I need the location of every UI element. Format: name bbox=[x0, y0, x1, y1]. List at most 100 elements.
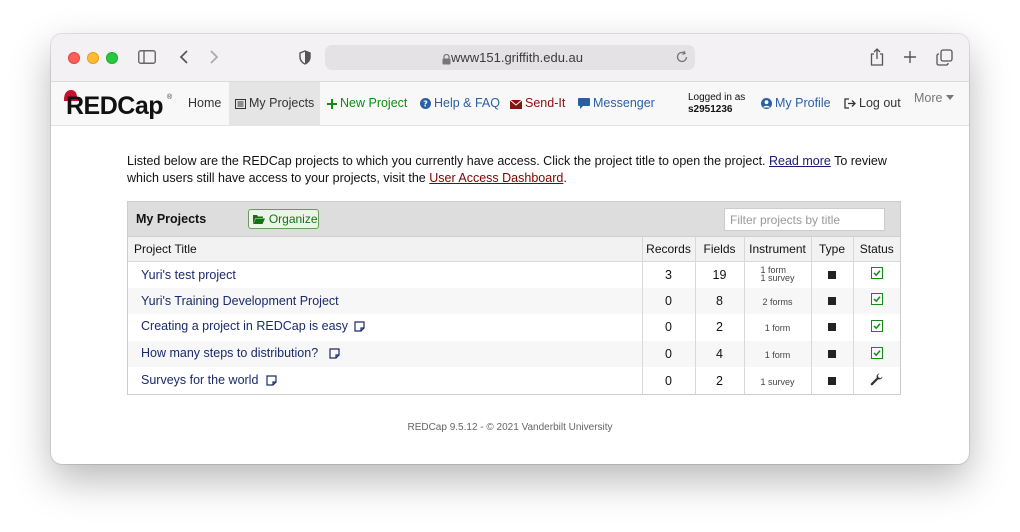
project-title-link[interactable]: Yuri's Training Development Project bbox=[141, 294, 339, 308]
fields-cell: 8 bbox=[695, 287, 745, 315]
col-header-status[interactable]: Status bbox=[853, 237, 900, 262]
records-cell: 0 bbox=[642, 287, 696, 315]
caret-down-icon bbox=[945, 91, 954, 105]
envelope-icon bbox=[509, 84, 523, 127]
reload-icon[interactable] bbox=[675, 50, 689, 69]
status-cell bbox=[853, 340, 900, 368]
project-title-cell: Surveys for the world bbox=[128, 367, 643, 394]
nav-log-out[interactable]: Log out bbox=[844, 82, 901, 125]
production-check-icon bbox=[870, 346, 883, 362]
close-window-button[interactable] bbox=[68, 52, 80, 64]
nav-send-it-label: Send-It bbox=[525, 96, 566, 110]
instrument-cell: 1 form bbox=[744, 314, 812, 341]
minimize-window-button[interactable] bbox=[87, 52, 99, 64]
instrument-count: 1 survey bbox=[760, 272, 795, 283]
project-note-icon[interactable] bbox=[266, 375, 278, 389]
instrument-count: 1 survey bbox=[760, 376, 795, 387]
project-title-link[interactable]: How many steps to distribution? bbox=[141, 346, 318, 360]
instrument-cell: 1 form bbox=[744, 340, 812, 368]
registered-mark: ® bbox=[167, 94, 173, 101]
status-cell bbox=[853, 314, 900, 341]
plus-icon bbox=[327, 84, 337, 127]
fields-cell: 2 bbox=[695, 367, 745, 394]
records-cell: 0 bbox=[642, 367, 696, 394]
col-header-records[interactable]: Records bbox=[642, 237, 696, 262]
type-cell bbox=[811, 261, 854, 288]
col-header-title[interactable]: Project Title bbox=[128, 237, 643, 262]
privacy-shield-icon[interactable] bbox=[294, 46, 316, 68]
read-more-link[interactable]: Read more bbox=[769, 154, 831, 168]
fields-cell: 4 bbox=[695, 340, 745, 368]
chat-bubble-icon bbox=[578, 84, 590, 127]
nav-help-faq[interactable]: ? Help & FAQ bbox=[420, 82, 500, 125]
production-check-icon bbox=[870, 267, 883, 282]
instrument-count: 1 form bbox=[764, 323, 791, 334]
table-row: Yuri's test project 3 19 1 form 1 survey bbox=[128, 261, 900, 288]
nav-more-dropdown[interactable]: More bbox=[914, 91, 954, 105]
browser-window: www151.griffith.edu.au REDCap ® Home My … bbox=[51, 34, 969, 464]
projects-table: Project Title Records Fields Instrument … bbox=[128, 237, 900, 394]
forward-icon[interactable] bbox=[203, 46, 225, 68]
question-circle-icon: ? bbox=[420, 84, 431, 127]
redcap-logo[interactable]: REDCap ® bbox=[63, 90, 173, 120]
nav-my-projects-label: My Projects bbox=[249, 96, 315, 110]
development-wrench-icon bbox=[870, 373, 883, 389]
instrument-count: 2 forms bbox=[762, 296, 793, 307]
back-icon[interactable] bbox=[173, 46, 195, 68]
instrument-count: 1 form bbox=[764, 350, 791, 361]
share-icon[interactable] bbox=[866, 46, 888, 68]
production-check-icon bbox=[870, 293, 883, 308]
nav-messenger[interactable]: Messenger bbox=[578, 82, 655, 125]
nav-my-profile[interactable]: My Profile bbox=[761, 82, 831, 125]
table-row: How many steps to distribution? 0 4 1 fo… bbox=[128, 340, 900, 368]
nav-home-label: Home bbox=[188, 96, 222, 110]
project-note-icon[interactable] bbox=[329, 348, 340, 362]
new-tab-icon[interactable] bbox=[899, 46, 921, 68]
classic-project-icon bbox=[828, 296, 836, 305]
type-cell bbox=[811, 287, 854, 315]
main-navigation: REDCap ® Home My Projects New Project ? … bbox=[51, 82, 969, 126]
list-icon bbox=[235, 84, 246, 127]
project-title-link[interactable]: Yuri's test project bbox=[141, 268, 236, 282]
my-projects-panel: My Projects Organize Project Title Recor… bbox=[127, 201, 901, 395]
filter-projects-input[interactable] bbox=[724, 208, 885, 231]
type-cell bbox=[811, 367, 854, 394]
fields-cell: 19 bbox=[695, 261, 745, 288]
status-cell bbox=[853, 367, 900, 394]
zoom-window-button[interactable] bbox=[106, 52, 118, 64]
project-title-link[interactable]: Creating a project in REDCap is easy bbox=[141, 319, 348, 333]
nav-help-faq-label: Help & FAQ bbox=[434, 96, 500, 110]
col-header-fields[interactable]: Fields bbox=[695, 237, 745, 262]
status-cell bbox=[853, 287, 900, 315]
address-bar[interactable]: www151.griffith.edu.au bbox=[325, 45, 695, 70]
browser-toolbar: www151.griffith.edu.au bbox=[51, 34, 969, 82]
intro-text: Listed below are the REDCap projects to … bbox=[127, 153, 917, 187]
classic-project-icon bbox=[828, 270, 836, 279]
organize-button[interactable]: Organize bbox=[248, 209, 319, 229]
col-header-type[interactable]: Type bbox=[811, 237, 854, 262]
footer-text: REDCap 9.5.12 - © 2021 Vanderbilt Univer… bbox=[407, 422, 613, 433]
table-row: Surveys for the world 0 2 1 survey bbox=[128, 367, 900, 394]
table-row: Yuri's Training Development Project 0 8 … bbox=[128, 287, 900, 315]
nav-send-it[interactable]: Send-It bbox=[509, 82, 566, 127]
nav-new-project[interactable]: New Project bbox=[327, 82, 407, 125]
nav-home[interactable]: Home bbox=[188, 82, 221, 125]
records-cell: 0 bbox=[642, 314, 696, 341]
user-access-dashboard-link[interactable]: User Access Dashboard bbox=[429, 171, 563, 185]
nav-my-projects[interactable]: My Projects bbox=[229, 82, 321, 127]
tab-overview-icon[interactable] bbox=[933, 46, 955, 68]
status-cell bbox=[853, 261, 900, 288]
sidebar-icon[interactable] bbox=[136, 46, 158, 68]
nav-messenger-label: Messenger bbox=[593, 96, 655, 110]
col-header-instrument[interactable]: Instrument bbox=[744, 237, 812, 262]
project-note-icon[interactable] bbox=[354, 321, 365, 335]
intro-text-part-3: . bbox=[563, 171, 567, 185]
instrument-cell: 2 forms bbox=[744, 287, 812, 315]
instrument-cell: 1 survey bbox=[744, 367, 812, 394]
table-header-row: Project Title Records Fields Instrument … bbox=[128, 237, 900, 262]
sign-out-icon bbox=[844, 84, 856, 127]
panel-header: My Projects Organize bbox=[128, 202, 900, 237]
nav-more-label: More bbox=[914, 91, 943, 105]
project-title-cell: Yuri's Training Development Project bbox=[128, 287, 643, 315]
project-title-link[interactable]: Surveys for the world bbox=[141, 373, 258, 387]
